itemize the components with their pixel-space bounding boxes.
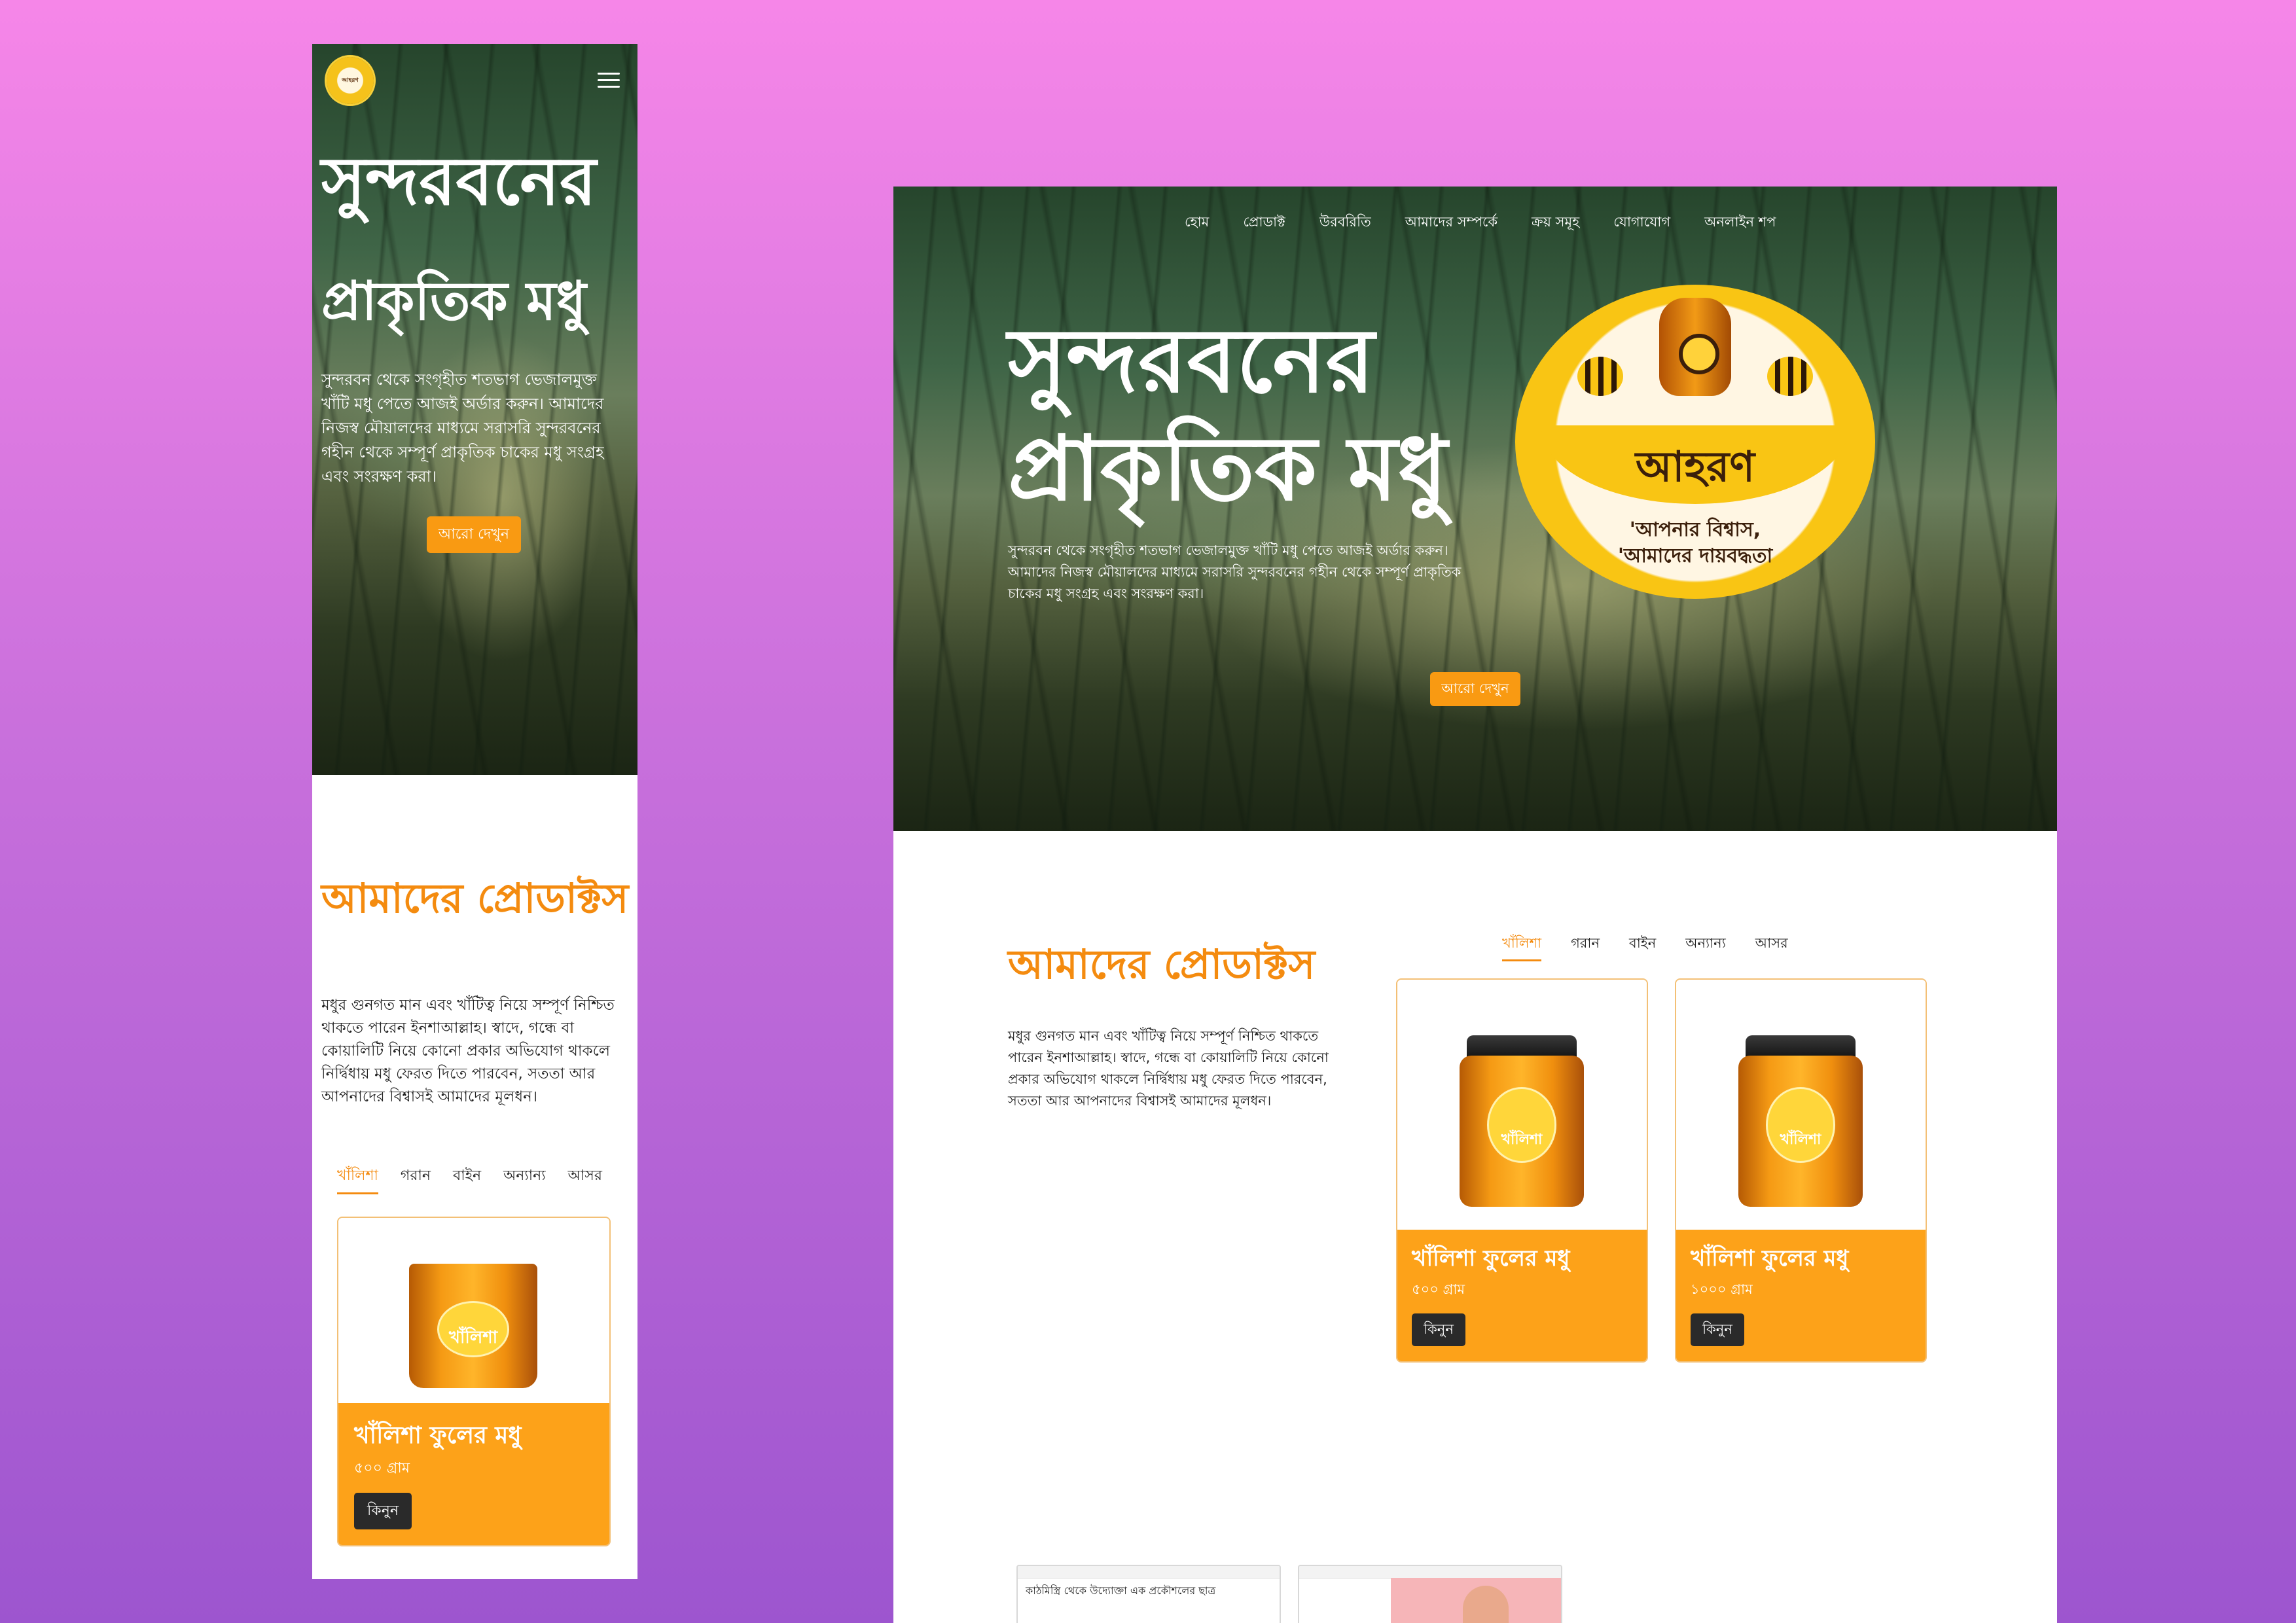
tab-goran[interactable]: গরান <box>1571 933 1600 959</box>
tab-bain[interactable]: বাইন <box>1629 933 1656 959</box>
product-info: খাঁলিশা ফুলের মধু ১০০০ গ্রাম কিনুন <box>1676 1230 1926 1361</box>
tab-ashor[interactable]: আসর <box>1755 933 1788 959</box>
honey-pot-icon <box>1659 298 1731 396</box>
products-title: আমাদের প্রোডাক্টস <box>321 874 629 922</box>
brand-slogan: 'আপনার বিশ্বাস, 'আমাদের দায়বদ্ধতা <box>1554 517 1836 569</box>
product-tabs: খাঁলিশা গরান বাইন অন্যান্য আসর <box>1502 933 1869 961</box>
honey-jar-image: খাঁলিশা <box>409 1264 537 1388</box>
buy-button[interactable]: কিনুন <box>354 1493 412 1529</box>
brand-name: আহরণ <box>1635 443 1755 491</box>
product-image: খাঁলিশা <box>1397 980 1647 1230</box>
top-nav: হোম প্রোডাক্ট উরবরিতি আমাদের সম্পর্কে ক্রয় … <box>1185 211 1839 235</box>
product-image: খাঁলিশা <box>1676 980 1926 1230</box>
hero-title-line1: সুন্দরবনের <box>321 143 597 221</box>
hero-description: সুন্দরবন থেকে সংগৃহীত শতভাগ ভেজালমুক্ত খ… <box>321 370 604 486</box>
jar-label: খাঁলিশা <box>1780 1132 1821 1149</box>
hamburger-menu-icon[interactable] <box>598 73 620 91</box>
product-weight: ৫০০ গ্রাম <box>1412 1281 1465 1297</box>
hero-title-line2: প্রাকৃতিক মধু <box>1008 418 1448 521</box>
news-thumbnail[interactable] <box>1298 1565 1562 1623</box>
product-card[interactable]: খাঁলিশা খাঁলিশা ফুলের মধু ৫০০ গ্রাম কিনু… <box>337 1217 611 1546</box>
hero-title: সুন্দরবনের প্রাকৃতিক মধু <box>1008 308 1532 524</box>
news-thumbnail[interactable]: কাঠমিস্ত্রি থেকে উদ্যোক্তা এক প্রকৌশলের … <box>1016 1565 1281 1623</box>
nav-home[interactable]: হোম <box>1185 211 1209 234</box>
nav-about[interactable]: আমাদের সম্পর্কে <box>1405 211 1498 234</box>
product-weight: ১০০০ গ্রাম <box>1691 1281 1753 1297</box>
desktop-preview: হোম প্রোডাক্ট উরবরিতি আমাদের সম্পর্কে ক্রয় … <box>893 187 2057 1623</box>
product-name: খাঁলিশা ফুলের মধু <box>1691 1245 1849 1272</box>
more-button[interactable]: আরো দেখুন <box>427 516 521 553</box>
buy-button[interactable]: কিনুন <box>1691 1313 1744 1346</box>
products-description: মধুর গুনগত মান এবং খাঁটিত্ব নিয়ে সম্পূর… <box>321 997 615 1105</box>
product-name: খাঁলিশা ফুলের মধু <box>354 1422 522 1449</box>
slogan-line1: 'আপনার বিশ্বাস, <box>1629 518 1761 541</box>
tab-others[interactable]: অন্যান্য <box>1685 933 1726 959</box>
tab-goran[interactable]: গরান <box>401 1164 431 1192</box>
tab-ashor[interactable]: আসর <box>568 1164 602 1192</box>
nav-purchases[interactable]: ক্রয় সমূহ <box>1532 211 1579 234</box>
news-title: কাঠমিস্ত্রি থেকে উদ্যোক্তা এক প্রকৌশলের … <box>1026 1584 1216 1597</box>
tab-others[interactable]: অন্যান্য <box>503 1164 545 1192</box>
buy-button[interactable]: কিনুন <box>1412 1313 1465 1346</box>
product-image: খাঁলিশা <box>338 1218 609 1403</box>
product-tabs: খাঁলিশা গরান বাইন অন্যান্য আসর <box>337 1164 625 1194</box>
honey-jar-image: খাঁলিশা <box>1460 1035 1584 1207</box>
mobile-preview: আহরণ সুন্দরবনের প্রাকৃতিক মধু সুন্দরবন থ… <box>312 44 637 1579</box>
honey-jar-image: খাঁলিশা <box>1738 1035 1863 1207</box>
product-name: খাঁলিশা ফুলের মধু <box>1412 1245 1570 1272</box>
product-card[interactable]: খাঁলিশা খাঁলিশা ফুলের মধু ৫০০ গ্রাম কিনু… <box>1396 978 1648 1363</box>
products-description: মধুর গুনগত মান এবং খাঁটিত্ব নিয়ে সম্পূর… <box>1008 1028 1329 1109</box>
product-card[interactable]: খাঁলিশা খাঁলিশা ফুলের মধু ১০০০ গ্রাম কিন… <box>1675 978 1927 1363</box>
product-info: খাঁলিশা ফুলের মধু ৫০০ গ্রাম কিনুন <box>338 1403 609 1545</box>
desktop-hero: হোম প্রোডাক্ট উরবরিতি আমাদের সম্পর্কে ক্রয় … <box>893 187 2057 831</box>
more-button[interactable]: আরো দেখুন <box>1430 672 1520 706</box>
hero-title-line2: প্রাকৃতিক মধু <box>321 270 586 332</box>
product-weight: ৫০০ গ্রাম <box>354 1460 410 1476</box>
jar-label: খাঁলিশা <box>1501 1132 1543 1149</box>
brand-logo[interactable]: আহরণ <box>327 57 374 104</box>
bee-icon <box>1577 357 1623 396</box>
hero-description: সুন্দরবন থেকে সংগৃহীত শতভাগ ভেজালমুক্ত খ… <box>1008 543 1462 601</box>
logo-text: আহরণ <box>342 77 359 84</box>
tab-khalisha[interactable]: খাঁলিশা <box>337 1164 378 1194</box>
mobile-hero: আহরণ সুন্দরবনের প্রাকৃতিক মধু সুন্দরবন থ… <box>312 44 637 775</box>
products-title: আমাদের প্রোডাক্টস <box>1008 940 1316 988</box>
nav-contact[interactable]: যোগাযোগ <box>1613 211 1670 234</box>
nav-online-shop[interactable]: অনলাইন শপ <box>1704 211 1776 234</box>
nav-item-3[interactable]: উরবরিতি <box>1319 211 1371 234</box>
brand-badge-logo: আহরণ 'আপনার বিশ্বাস, 'আমাদের দায়বদ্ধতা <box>1503 272 1887 611</box>
tab-bain[interactable]: বাইন <box>453 1164 481 1192</box>
product-info: খাঁলিশা ফুলের মধু ৫০০ গ্রাম কিনুন <box>1397 1230 1647 1361</box>
jar-label: খাঁলিশা <box>448 1327 498 1347</box>
hero-title-line1: সুন্দরবনের <box>1008 310 1375 413</box>
slogan-line2: 'আমাদের দায়বদ্ধতা <box>1617 544 1773 567</box>
bee-icon <box>1767 357 1813 396</box>
nav-product[interactable]: প্রোডাক্ট <box>1243 211 1285 234</box>
tab-khalisha[interactable]: খাঁলিশা <box>1502 933 1542 961</box>
